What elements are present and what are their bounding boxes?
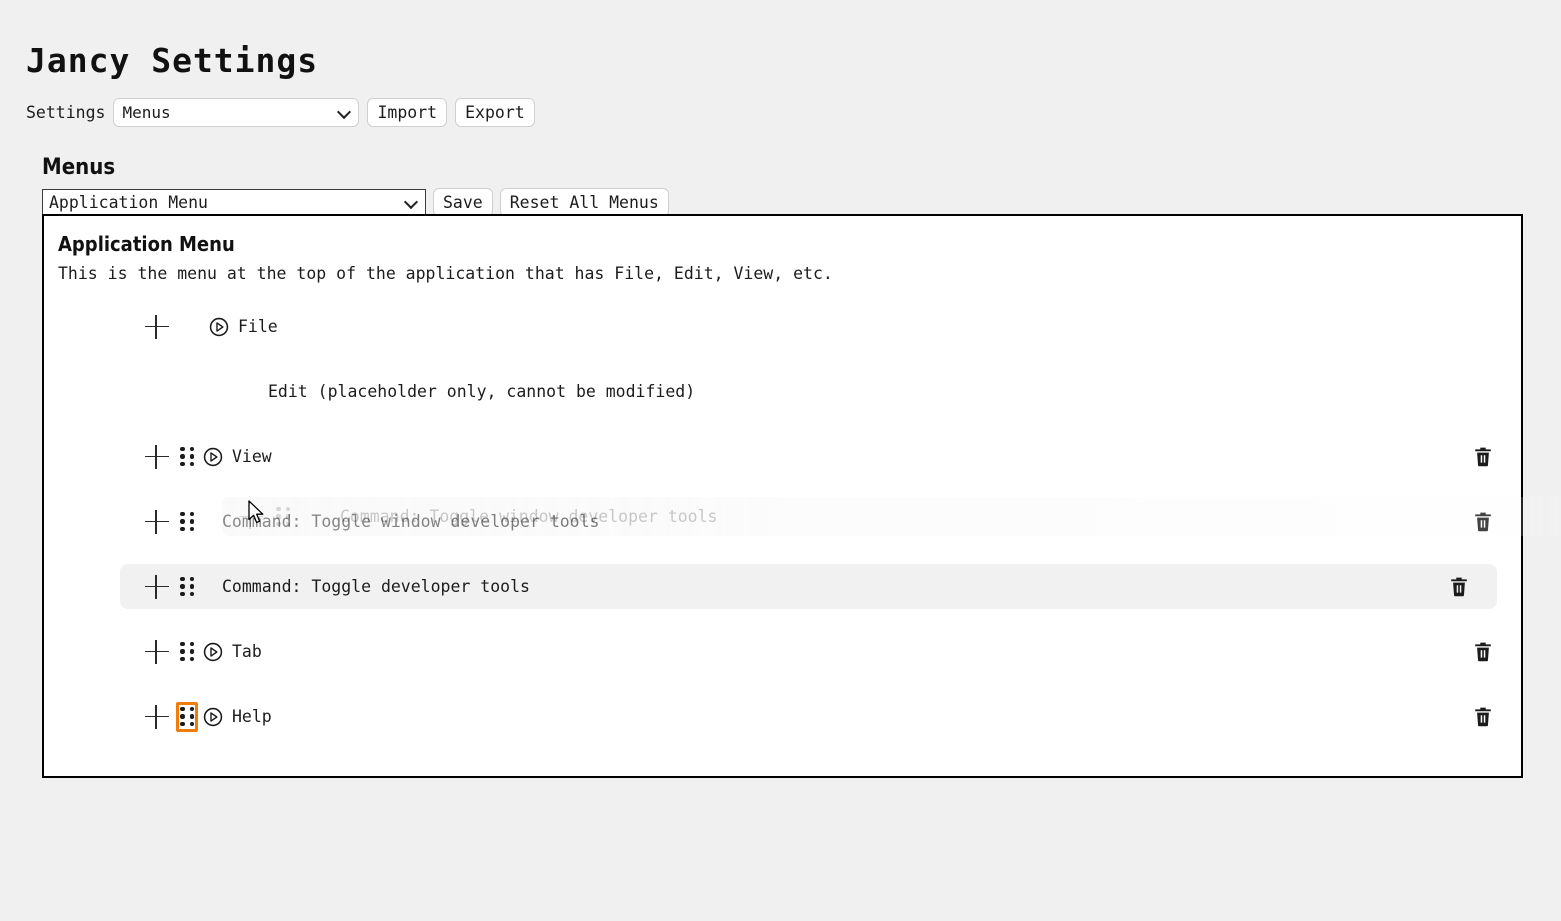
save-button[interactable]: Save [433, 188, 493, 217]
dot [189, 721, 194, 726]
dot [180, 591, 185, 596]
drag-handle-icon[interactable] [176, 442, 198, 472]
menu-row-content: View [44, 442, 1521, 472]
menu-row-label: Command: Toggle window developer tools [222, 511, 600, 531]
dot [189, 584, 194, 589]
menu-row-content: Command: Toggle developer tools [120, 572, 1497, 602]
menus-toolbar: Application Menu Save Reset All Menus [42, 188, 669, 217]
delete-row-button[interactable] [1471, 445, 1495, 469]
drag-handle-icon[interactable] [176, 507, 198, 537]
trash-icon [1475, 642, 1491, 661]
menu-row-label: Edit (placeholder only, cannot be modifi… [268, 381, 696, 401]
trash-icon [1475, 512, 1491, 531]
menu-row: View [44, 434, 1521, 479]
menu-row: Help [44, 694, 1521, 739]
menu-select[interactable]: Application Menu [42, 189, 426, 216]
dot [189, 447, 194, 452]
dot [180, 642, 185, 647]
add-child-button[interactable] [144, 444, 170, 470]
menu-row: Command: Toggle window developer tools [44, 499, 1521, 544]
dot [180, 512, 185, 517]
settings-label: Settings [26, 102, 106, 122]
dot [189, 642, 194, 647]
page-title: Jancy Settings [26, 41, 319, 80]
menu-row: Command: Toggle developer tools [120, 564, 1497, 609]
dot [180, 577, 185, 582]
menu-row: Tab [44, 629, 1521, 674]
add-child-button[interactable] [144, 314, 170, 340]
menu-row-label: Command: Toggle developer tools [222, 576, 530, 596]
dot [180, 656, 185, 661]
menu-row-list: File Edit (placeholder only, cannot be mo… [44, 304, 1521, 739]
menu-row-content: Edit (placeholder only, cannot be modifi… [44, 381, 1521, 403]
delete-row-button[interactable] [1471, 510, 1495, 534]
dot [180, 519, 185, 524]
menu-select-wrap: Application Menu [42, 189, 426, 216]
import-button[interactable]: Import [367, 98, 448, 127]
dot [189, 461, 194, 466]
add-child-button[interactable] [144, 704, 170, 730]
menu-row-content: Tab [44, 637, 1521, 667]
settings-select-wrap: Menus [113, 98, 360, 127]
dot [189, 577, 194, 582]
dot [180, 461, 185, 466]
settings-toolbar: Settings Menus Import Export [26, 98, 535, 127]
menus-section-heading: Menus [42, 155, 116, 180]
trash-icon [1475, 707, 1491, 726]
drag-handle-icon[interactable] [176, 701, 198, 732]
menu-row: File [44, 304, 1521, 349]
delete-row-button[interactable] [1447, 575, 1471, 599]
trash-icon [1451, 577, 1467, 596]
expand-circle-play-icon[interactable] [202, 706, 224, 728]
dot [180, 707, 185, 712]
panel-title: Application Menu [58, 232, 235, 256]
menu-row-label: Help [232, 706, 272, 726]
dot [189, 519, 194, 524]
menu-row-content: File [44, 314, 1521, 340]
menu-row-content: Help [44, 701, 1521, 732]
dot [180, 447, 185, 452]
dot [180, 721, 185, 726]
dot [180, 649, 185, 654]
dot [180, 526, 185, 531]
expand-circle-play-icon[interactable] [202, 446, 224, 468]
dot [189, 649, 194, 654]
drag-handle-icon[interactable] [176, 572, 198, 602]
dot [180, 584, 185, 589]
dot [189, 707, 194, 712]
dot [189, 656, 194, 661]
add-child-button[interactable] [144, 639, 170, 665]
menu-row-label: File [238, 316, 278, 336]
settings-page: Jancy Settings Settings Menus Import Exp… [0, 0, 1561, 921]
export-button[interactable]: Export [455, 98, 535, 127]
reset-all-menus-button[interactable]: Reset All Menus [499, 188, 669, 217]
menu-editor-panel: Application Menu This is the menu at the… [42, 214, 1561, 778]
expand-circle-play-icon[interactable] [202, 641, 224, 663]
menu-row-label: View [232, 446, 272, 466]
delete-row-button[interactable] [1471, 640, 1495, 664]
panel-description: This is the menu at the top of the appli… [58, 264, 833, 283]
dot [189, 526, 194, 531]
dot [189, 714, 194, 719]
menu-row-label: Tab [232, 641, 262, 661]
dot [189, 454, 194, 459]
add-child-button[interactable] [144, 509, 170, 535]
dot [180, 454, 185, 459]
settings-select[interactable]: Menus [113, 98, 360, 127]
dot [189, 591, 194, 596]
expand-circle-play-icon[interactable] [208, 316, 230, 338]
menu-row-content: Command: Toggle window developer tools [44, 507, 1521, 537]
menu-row: Edit (placeholder only, cannot be modifi… [44, 369, 1521, 414]
drag-handle-icon[interactable] [176, 637, 198, 667]
delete-row-button[interactable] [1471, 705, 1495, 729]
dot [180, 714, 185, 719]
trash-icon [1475, 447, 1491, 466]
dot [189, 512, 194, 517]
add-child-button[interactable] [144, 574, 170, 600]
